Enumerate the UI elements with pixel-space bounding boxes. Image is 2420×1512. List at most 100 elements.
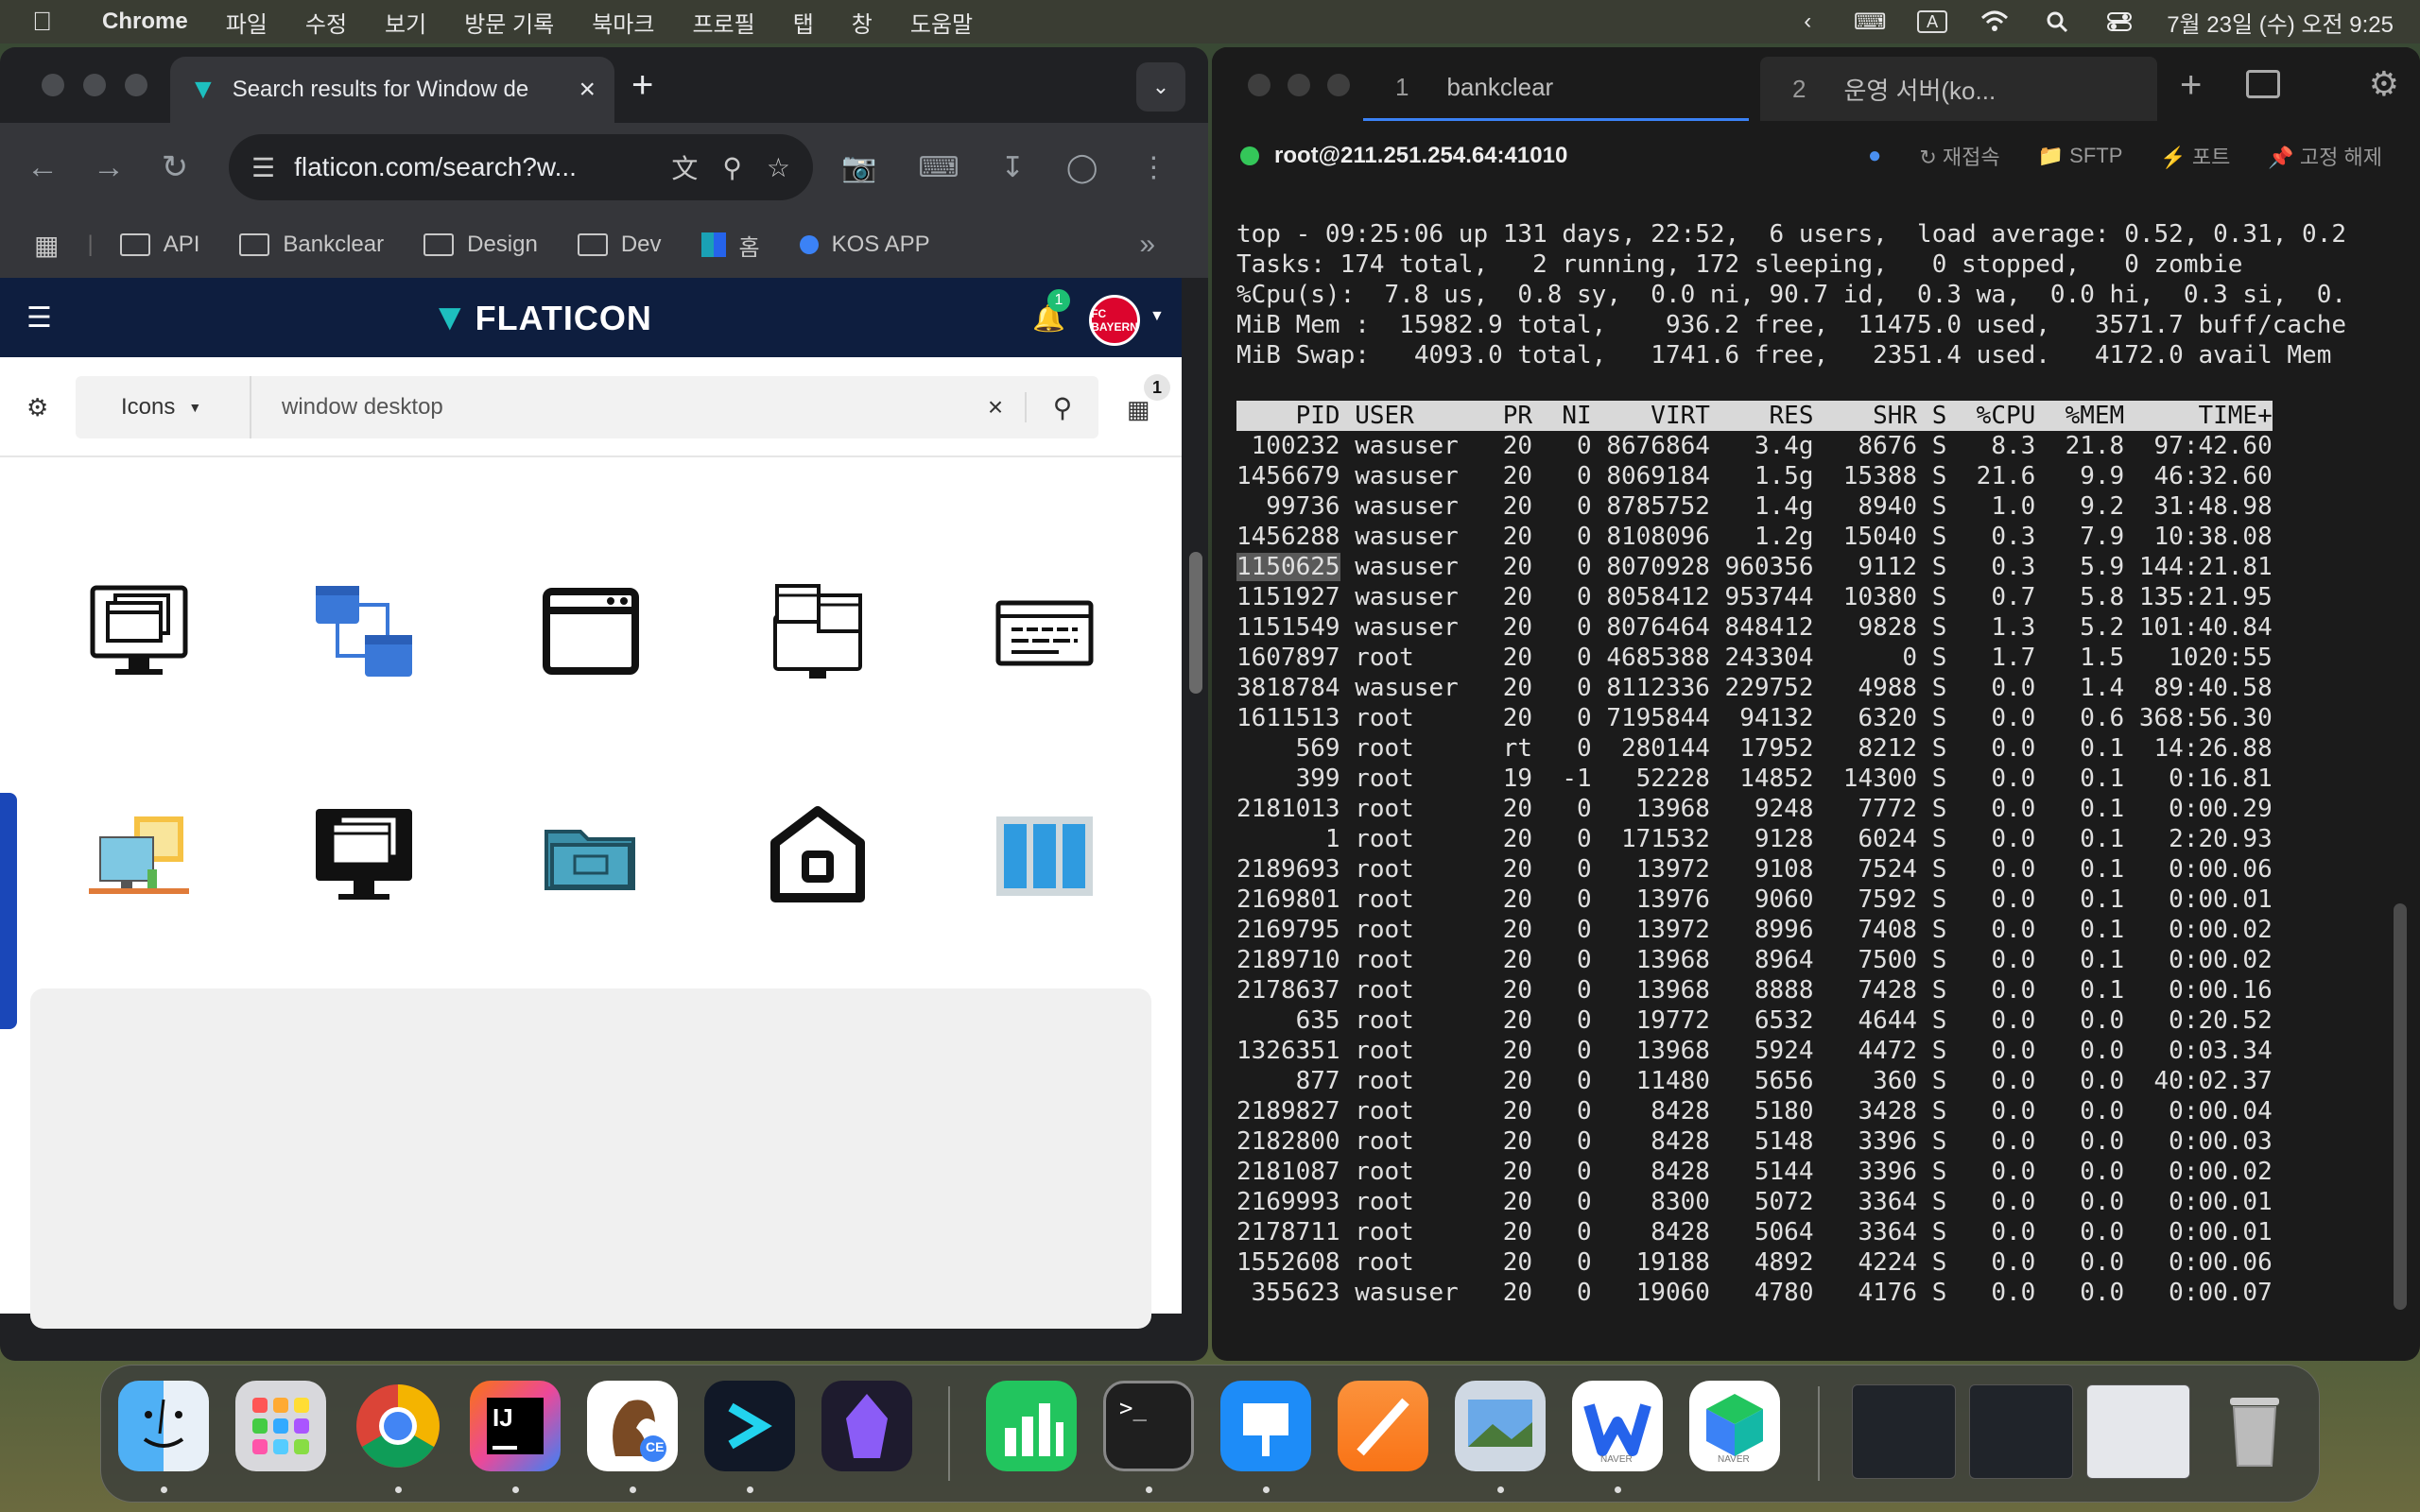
preview-icon[interactable]	[1455, 1381, 1546, 1471]
window-columns-icon[interactable]	[993, 803, 1097, 907]
app-menu[interactable]: Chrome	[102, 9, 188, 35]
zoom-icon[interactable]: ⚲	[722, 152, 742, 183]
new-terminal-tab-button[interactable]: +	[2180, 64, 2202, 107]
menu-file[interactable]: 파일	[226, 6, 268, 39]
trash-icon[interactable]	[2209, 1381, 2300, 1471]
computer-windows-icon[interactable]	[766, 580, 870, 684]
network-windows-icon[interactable]	[312, 580, 416, 684]
naver-whale-icon[interactable]: NAVER	[1572, 1381, 1663, 1471]
apps-grid-icon[interactable]: ▦	[34, 230, 59, 261]
minimized-window-thumbnail[interactable]	[1969, 1384, 2073, 1479]
unpin-button[interactable]: 📌 고정 해제	[2268, 141, 2382, 171]
reload-icon[interactable]: ↻	[142, 148, 208, 186]
desk-monitor-icon[interactable]	[87, 803, 191, 907]
collections-icon[interactable]: ▦	[1127, 395, 1150, 424]
side-panel-handle[interactable]	[0, 793, 17, 1029]
menu-view[interactable]: 보기	[385, 6, 426, 39]
menu-window[interactable]: 창	[852, 6, 873, 39]
terminal-tab-1[interactable]: 1 bankclear	[1363, 57, 1749, 121]
menu-history[interactable]: 방문 기록	[464, 6, 554, 39]
obsidian-icon[interactable]	[821, 1381, 912, 1471]
lightbulb-icon[interactable]: ●	[1868, 143, 1882, 169]
bookmark-api[interactable]: API	[119, 232, 199, 258]
spotlight-search-icon[interactable]	[2042, 10, 2072, 33]
folder-window-icon[interactable]	[539, 803, 643, 907]
address-bar[interactable]: ☰ flaticon.com/search?w... 文 ⚲ ☆	[229, 134, 813, 200]
keynote-icon[interactable]	[1220, 1381, 1311, 1471]
terminal-screen[interactable]: top - 09:25:06 up 131 days, 22:52, 6 use…	[1236, 219, 2346, 1308]
browser-tab-active[interactable]: ▼ Search results for Window de ×	[170, 57, 614, 123]
termius-icon[interactable]	[704, 1381, 795, 1471]
finder-icon[interactable]	[118, 1381, 209, 1471]
bookmark-kos-app[interactable]: KOS APP	[799, 232, 930, 258]
apple-menu-icon[interactable]: 	[32, 7, 70, 37]
terminal-tab-2[interactable]: 2 운영 서버(ko...	[1760, 57, 2157, 121]
dark-monitor-icon[interactable]	[312, 803, 416, 907]
menu-bookmarks[interactable]: 북마크	[592, 6, 654, 39]
settings-gear-icon[interactable]: ⚙	[2369, 64, 2399, 104]
bookmark-home[interactable]: 홈	[700, 229, 760, 262]
download-icon[interactable]: ↧	[1001, 151, 1025, 184]
zoom-window-button[interactable]	[1327, 74, 1350, 96]
browser-window-icon[interactable]	[539, 580, 643, 684]
flaticon-logo[interactable]: ▼ FLATICON	[431, 297, 652, 339]
url-text[interactable]: flaticon.com/search?w...	[294, 152, 647, 182]
menubar-clock[interactable]: 7월 23일 (수) 오전 9:25	[2167, 6, 2394, 39]
minimized-window-thumbnail[interactable]	[1852, 1384, 1956, 1479]
control-center-icon[interactable]	[2104, 10, 2135, 33]
minimized-window-thumbnail[interactable]	[2086, 1384, 2190, 1479]
bookmark-design[interactable]: Design	[424, 232, 538, 258]
split-window-icon[interactable]	[2246, 70, 2280, 98]
terminal-app-icon[interactable]: >_	[1103, 1381, 1194, 1471]
extensions-puzzle-icon[interactable]: ⌨	[918, 151, 959, 184]
menu-tab[interactable]: 탭	[793, 6, 814, 39]
monitor-windows-icon[interactable]	[87, 580, 191, 684]
zoom-window-button[interactable]	[125, 74, 147, 96]
clear-search-icon[interactable]: ×	[966, 392, 1027, 422]
webpage-lines-icon[interactable]	[993, 580, 1097, 684]
minimize-window-button[interactable]	[83, 74, 106, 96]
tab-search-chevron-icon[interactable]: ⌄	[1136, 62, 1185, 112]
search-input[interactable]: window desktop	[251, 394, 966, 421]
minimize-window-button[interactable]	[1288, 74, 1310, 96]
chevron-left-icon[interactable]: ‹	[1792, 9, 1823, 34]
close-window-button[interactable]	[1248, 74, 1270, 96]
pages-icon[interactable]	[1338, 1381, 1428, 1471]
filters-icon[interactable]: ⚙	[26, 393, 48, 422]
home-window-icon[interactable]	[766, 803, 870, 907]
menu-help[interactable]: 도움말	[910, 6, 973, 39]
bookmark-star-icon[interactable]: ☆	[767, 152, 790, 183]
profile-icon[interactable]: ◯	[1066, 151, 1098, 184]
numbers-icon[interactable]	[986, 1381, 1077, 1471]
close-window-button[interactable]	[42, 74, 64, 96]
sftp-button[interactable]: 📁 SFTP	[2038, 144, 2123, 168]
page-scrollbar[interactable]	[1185, 278, 1208, 1314]
chrome-icon[interactable]	[353, 1381, 443, 1471]
more-bookmarks-icon[interactable]: »	[1139, 229, 1155, 261]
search-icon[interactable]: ⚲	[1027, 392, 1098, 423]
scrollbar-thumb[interactable]	[1189, 552, 1202, 694]
new-tab-button[interactable]: +	[631, 64, 653, 107]
site-info-icon[interactable]: ☰	[251, 152, 275, 183]
menu-profiles[interactable]: 프로필	[692, 6, 754, 39]
forward-arrow-icon[interactable]: →	[76, 149, 142, 186]
bookmark-bankclear[interactable]: Bankclear	[239, 232, 384, 258]
bookmark-dev[interactable]: Dev	[577, 232, 662, 258]
reconnect-button[interactable]: ↻ 재접속	[1919, 141, 1999, 171]
menu-edit[interactable]: 수정	[305, 6, 347, 39]
intellij-idea-icon[interactable]: IJ	[470, 1381, 561, 1471]
launchpad-icon[interactable]	[235, 1381, 326, 1471]
terminal-scrollbar[interactable]	[2394, 903, 2407, 1310]
user-avatar[interactable]: FC BAYERN	[1089, 295, 1140, 346]
category-select[interactable]: Icons ▼	[76, 376, 251, 438]
more-menu-icon[interactable]: ⋮	[1139, 151, 1167, 184]
naver-icon[interactable]: NAVER	[1689, 1381, 1780, 1471]
wifi-icon[interactable]	[1979, 10, 2010, 33]
close-tab-icon[interactable]: ×	[579, 74, 596, 106]
port-forward-button[interactable]: ⚡ 포트	[2160, 141, 2230, 171]
avatar-caret-icon[interactable]: ▼	[1150, 308, 1165, 325]
camera-extension-icon[interactable]: 📷	[841, 151, 876, 184]
translate-icon[interactable]: 文	[671, 148, 698, 186]
keyboard-icon[interactable]: ⌨	[1854, 9, 1887, 35]
input-source-icon[interactable]: A	[1917, 10, 1948, 33]
